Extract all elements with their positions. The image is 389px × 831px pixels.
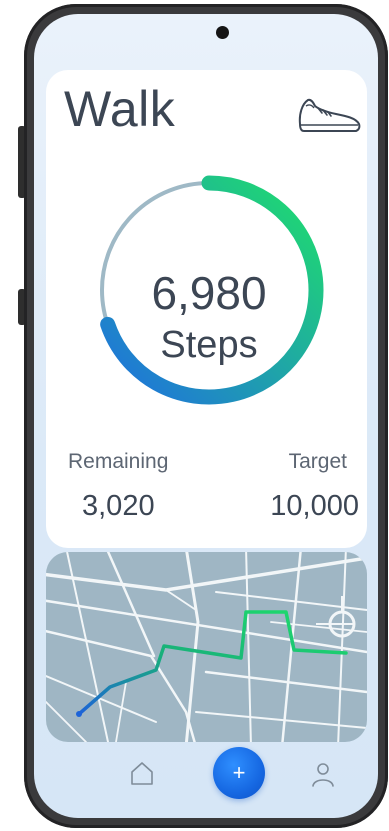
phone-frame: Walk 6,980 Steps Remaining Target 3,020 … (24, 4, 388, 828)
step-unit-label: Steps (160, 324, 258, 366)
front-camera (216, 26, 229, 39)
page-title: Walk (64, 81, 176, 137)
route-start-dot (76, 711, 82, 717)
user-icon[interactable] (311, 761, 335, 787)
remaining-label: Remaining (68, 450, 169, 473)
target-label: Target (288, 450, 347, 473)
add-activity-button[interactable]: + (213, 747, 265, 799)
sneaker-icon (298, 98, 361, 132)
map-streets (46, 552, 367, 742)
step-count: 6,980 (151, 267, 267, 319)
phone-mockup: Walk 6,980 Steps Remaining Target 3,020 … (0, 0, 389, 831)
remaining-value: 3,020 (82, 490, 155, 522)
target-value: 10,000 (270, 490, 359, 522)
phone-screen: Walk 6,980 Steps Remaining Target 3,020 … (34, 14, 378, 818)
route-map[interactable] (46, 552, 367, 742)
home-icon[interactable] (129, 760, 155, 786)
step-summary-card: Walk 6,980 Steps Remaining Target 3,020 … (46, 70, 367, 548)
